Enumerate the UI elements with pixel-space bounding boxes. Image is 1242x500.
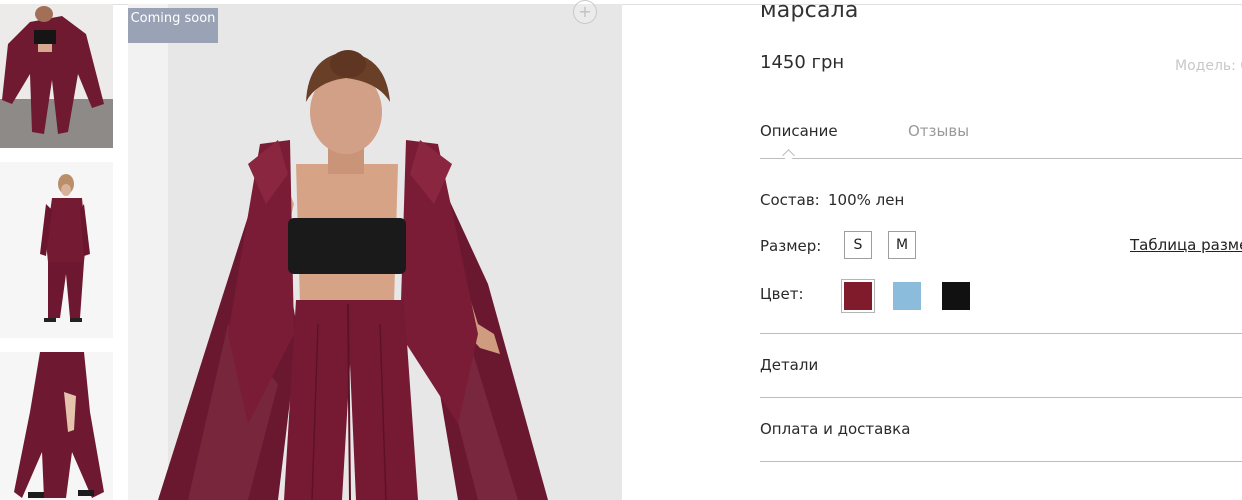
model-info: Модель: С (1175, 58, 1242, 74)
thumbnail-1-image (0, 4, 113, 148)
thumbnail-1[interactable] (0, 4, 113, 148)
size-label: Размер: (760, 237, 822, 255)
accordion-details[interactable]: Детали (760, 356, 1242, 386)
thumbnail-3[interactable] (0, 352, 113, 500)
main-product-image[interactable] (128, 4, 622, 500)
color-label: Цвет: (760, 285, 804, 303)
model-photo (128, 4, 622, 500)
divider (760, 333, 1242, 334)
tab-reviews[interactable]: Отзывы (908, 122, 969, 140)
color-swatch-black[interactable] (942, 282, 970, 310)
thumbnail-2-image (0, 162, 113, 338)
accordion-payment-delivery[interactable]: Оплата и доставка (760, 420, 1242, 450)
tab-description[interactable]: Описание (760, 122, 838, 140)
composition-label: Состав: (760, 191, 820, 209)
coming-soon-badge: Coming soon (128, 8, 218, 43)
product-price: 1450 грн (760, 52, 845, 73)
size-chart-link[interactable]: Таблица разме (1130, 236, 1242, 254)
size-option-m[interactable]: M (888, 231, 916, 259)
color-swatch-light-blue[interactable] (893, 282, 921, 310)
caret-up-icon (782, 149, 795, 162)
divider (760, 397, 1242, 398)
color-swatch-marsala[interactable] (844, 282, 872, 310)
divider (760, 461, 1242, 462)
product-title: марсала (760, 0, 859, 23)
thumbnail-2[interactable] (0, 162, 113, 338)
thumbnail-3-image (0, 352, 113, 500)
plus-icon[interactable]: + (573, 0, 597, 24)
product-tabs: Описание Отзывы (760, 122, 1242, 162)
size-option-s[interactable]: S (844, 231, 872, 259)
composition-value: 100% лен (828, 191, 905, 209)
